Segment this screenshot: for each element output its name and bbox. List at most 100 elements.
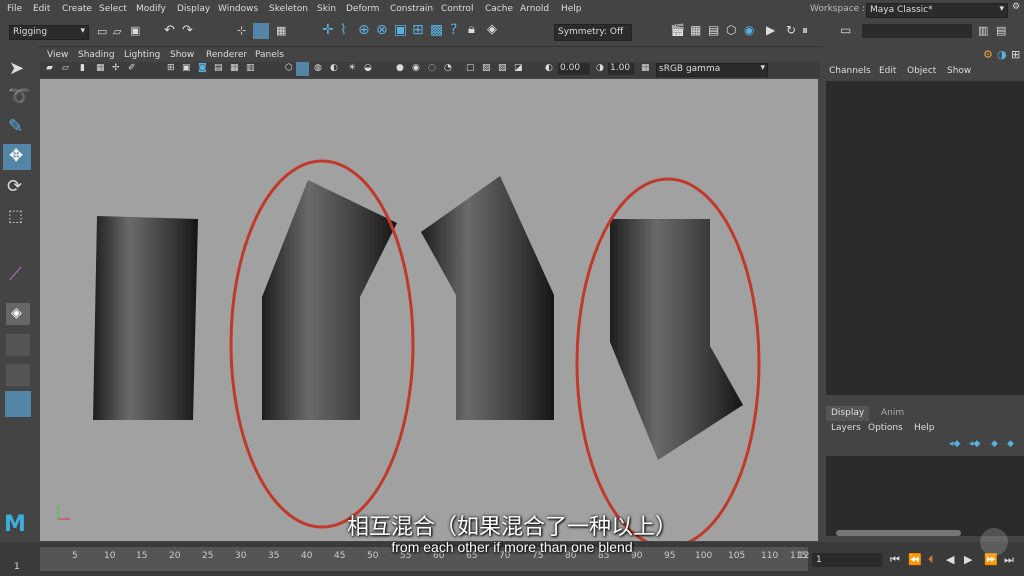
motion-blur-icon[interactable]: ◉ [412, 63, 420, 73]
go-to-start-icon[interactable]: ⏮ [890, 553, 900, 567]
new-layer-icon[interactable]: ◆ [991, 439, 998, 449]
channel-icon-2[interactable]: ◑ [997, 48, 1007, 61]
attribute-editor-icon[interactable]: ▤ [996, 24, 1006, 37]
render-settings-icon[interactable]: ▤ [708, 23, 719, 37]
exposure-field[interactable]: 0.00 [558, 63, 590, 75]
new-layer-selected-icon[interactable]: ◆ [1007, 439, 1014, 449]
menu-cache[interactable]: Cache [485, 4, 513, 14]
channel-tab-edit[interactable]: Edit [879, 66, 896, 76]
last-tool-icon[interactable]: ⟋ [9, 264, 22, 285]
snap-curve-icon[interactable]: ⌇ [340, 22, 347, 38]
arnold-render-icon[interactable]: ◉ [744, 23, 754, 37]
gamma-icon[interactable]: ◑ [596, 63, 604, 73]
bent-tube-blend-c[interactable] [610, 219, 743, 460]
snap-projected-icon[interactable]: ⊗ [376, 22, 388, 38]
menu-control[interactable]: Control [441, 4, 474, 14]
channel-tab-object[interactable]: Object [907, 66, 936, 76]
resolution-gate-icon[interactable]: ◙ [198, 63, 207, 73]
channel-icon-1[interactable]: ⚙ [983, 48, 993, 61]
gate-mask-icon[interactable]: ▤ [214, 63, 223, 73]
menu-edit[interactable]: Edit [33, 4, 50, 14]
panel-menu-show[interactable]: Show [170, 50, 194, 60]
scale-tool-icon[interactable]: ⬚ [8, 206, 23, 225]
layer-menu-help[interactable]: Help [914, 423, 935, 433]
lock-icon[interactable]: 🔒︎ [468, 22, 475, 37]
lasso-tool-icon[interactable]: ➰ [8, 86, 30, 107]
layer-tab-anim[interactable]: Anim [881, 408, 904, 418]
render-icon[interactable]: 🎬︎ [670, 23, 685, 37]
isolate-select-icon[interactable]: ▢ [466, 63, 475, 73]
snap-surface-icon[interactable]: ⊞ [412, 22, 424, 38]
soft-select-icon[interactable]: ◈ [487, 22, 497, 37]
workspace-dropdown[interactable]: Maya Classic* ▾ [866, 3, 1008, 18]
layer-menu-layers[interactable]: Layers [831, 423, 861, 433]
layer-menu-options[interactable]: Options [868, 423, 903, 433]
depth-of-field-icon[interactable]: ◔ [444, 63, 452, 73]
bent-tube-blend-a[interactable] [262, 180, 397, 420]
symmetry-dropdown[interactable]: Symmetry: Off [554, 24, 632, 41]
ipr-render-icon[interactable]: ▦ [690, 23, 701, 37]
open-scene-icon[interactable]: ▱ [113, 25, 121, 38]
menu-deform[interactable]: Deform [346, 4, 379, 14]
straight-tube[interactable] [93, 216, 198, 420]
snap-view-plane-icon[interactable]: ▣ [394, 22, 407, 38]
channel-icon-3[interactable]: ⊞ [1011, 48, 1020, 61]
bookmark-icon[interactable]: ▮ [80, 63, 85, 73]
image-plane-icon[interactable]: ▦ [96, 63, 105, 73]
film-gate-icon[interactable]: ▣ [182, 63, 191, 73]
menu-file[interactable]: File [7, 4, 22, 14]
input-line-icon[interactable]: ▭ [840, 23, 851, 37]
grid-icon[interactable]: ⊞ [167, 63, 175, 73]
current-frame-field[interactable]: 1 [812, 553, 882, 567]
new-scene-icon[interactable]: ▭ [97, 25, 107, 38]
select-object-icon[interactable] [253, 23, 269, 39]
xray-components-icon[interactable]: ◪ [514, 63, 523, 73]
bent-tube-blend-b[interactable] [421, 176, 554, 420]
perspective-viewport[interactable] [40, 79, 818, 541]
outliner-layout-icon[interactable] [5, 391, 31, 417]
shadows-icon[interactable]: ◒ [364, 63, 372, 73]
xray-icon[interactable]: ▨ [482, 63, 491, 73]
arnold-refresh-icon[interactable]: ↻ [786, 23, 796, 37]
textured-icon[interactable]: ◐ [330, 63, 338, 73]
colorspace-dropdown[interactable]: sRGB gamma ▾ [656, 63, 768, 77]
move-tool-icon[interactable]: ✥ [3, 144, 31, 170]
camera-attributes-icon[interactable]: ▱ [62, 63, 69, 73]
arnold-ipr-icon[interactable]: ▶ [766, 23, 775, 37]
view-transform-icon[interactable]: ▦ [641, 63, 650, 73]
menu-help[interactable]: Help [561, 4, 582, 14]
anti-aliasing-icon[interactable]: ◌ [428, 63, 436, 73]
redo-icon[interactable]: ↷ [182, 23, 193, 38]
layer-move-up-icon[interactable]: ◂◆ [949, 439, 960, 449]
paint-select-icon[interactable]: ✎ [8, 116, 23, 137]
menu-windows[interactable]: Windows [218, 4, 258, 14]
field-chart-icon[interactable]: ▦ [230, 63, 239, 73]
safe-action-icon[interactable]: ▥ [246, 63, 255, 73]
select-component-icon[interactable]: ▦ [276, 24, 286, 37]
layer-tab-display[interactable]: Display [826, 406, 869, 421]
undo-icon[interactable]: ↶ [164, 23, 175, 38]
save-scene-icon[interactable]: ▣ [130, 24, 140, 37]
snap-point-icon[interactable]: ⊕ [358, 22, 370, 38]
step-back-key-icon[interactable]: ⏴ [928, 553, 934, 567]
smooth-shade-icon[interactable] [296, 62, 309, 76]
snap-live-icon[interactable]: ▩ [430, 22, 443, 38]
menu-arnold[interactable]: Arnold [520, 4, 549, 14]
menu-select[interactable]: Select [99, 4, 127, 14]
sidebar-toggle-icon[interactable]: ▥ [978, 24, 988, 37]
four-view-layout-icon[interactable] [6, 334, 30, 356]
panel-menu-view[interactable]: View [47, 50, 68, 60]
channel-tab-show[interactable]: Show [947, 66, 971, 76]
ambient-occlusion-icon[interactable]: ● [396, 63, 404, 73]
pause-icon[interactable]: ⏸ [802, 23, 808, 38]
panel-menu-lighting[interactable]: Lighting [124, 50, 160, 60]
xray-joints-icon[interactable]: ▧ [498, 63, 507, 73]
two-d-pan-icon[interactable]: ✢ [112, 63, 120, 73]
help-icon[interactable]: ? [450, 22, 457, 38]
menuset-dropdown[interactable]: Rigging ▾ [9, 25, 89, 40]
menu-modify[interactable]: Modify [136, 4, 166, 14]
single-perspective-layout-icon[interactable]: ◈ [6, 303, 30, 325]
menu-display[interactable]: Display [177, 4, 210, 14]
camera-icon[interactable]: ▰ [46, 63, 53, 73]
go-to-end-icon[interactable]: ⏭ [1004, 553, 1014, 567]
